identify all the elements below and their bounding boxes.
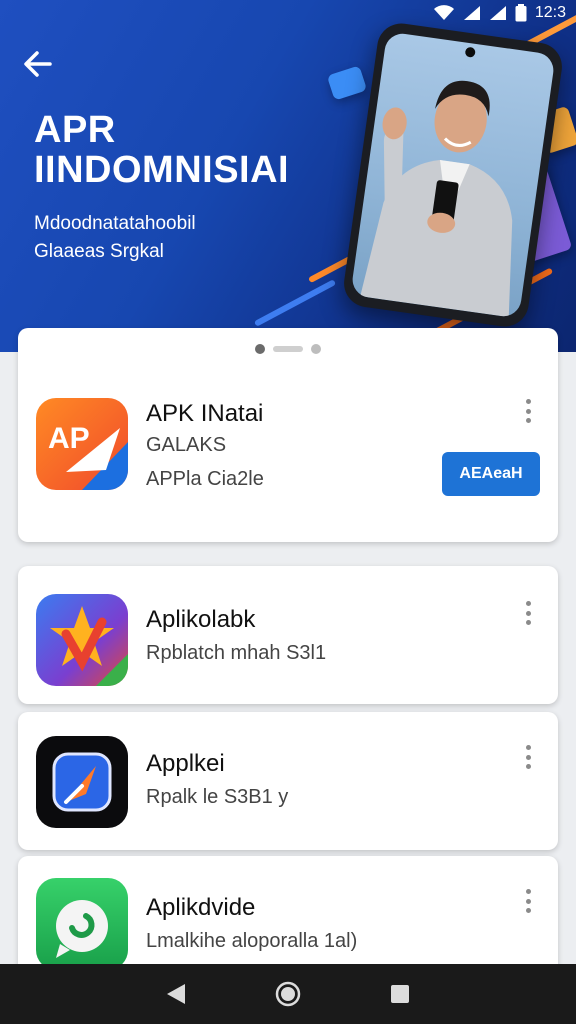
system-nav-bar — [0, 964, 576, 1024]
triangle-back-icon — [167, 984, 185, 1004]
hero-banner: 12:3 APR IINDOMNISIAI Mdoodnatatahoobil … — [0, 0, 576, 352]
carousel-indicator — [18, 344, 558, 354]
wifi-icon — [433, 5, 454, 20]
phone-screen — [350, 31, 556, 319]
app-list-item[interactable]: Applkei Rpalk le S3B1 y — [18, 712, 558, 850]
app-name: APK INatai — [146, 400, 264, 427]
install-button[interactable]: AEAeaH — [442, 452, 540, 496]
status-bar: 12:3 — [433, 0, 566, 26]
more-options-button[interactable] — [516, 598, 540, 628]
person-illustration — [360, 80, 513, 318]
featured-app-card[interactable]: AP APK INatai GALAKS APPla Cia2le AEAeaH — [18, 328, 558, 542]
app-name: Aplikdvide — [146, 894, 256, 921]
status-time: 12:3 — [534, 4, 566, 21]
app-icon[interactable]: AP — [36, 398, 128, 490]
hero-subtitle-line: Mdoodnatatahoobil — [34, 213, 196, 234]
more-vertical-icon — [525, 745, 531, 750]
decor-streak — [253, 279, 337, 327]
compass-app-icon — [36, 736, 128, 828]
signal-icon — [463, 6, 480, 20]
nav-back-button[interactable] — [156, 974, 196, 1014]
more-vertical-icon — [525, 889, 531, 894]
hero-title-line: IINDOMNISIAI — [34, 149, 290, 191]
carousel-dot[interactable] — [311, 344, 321, 354]
app-name: Aplikolabk — [146, 606, 256, 633]
more-vertical-icon — [525, 399, 531, 404]
app-name: Applkei — [146, 750, 225, 777]
hero-title-line: APR — [34, 109, 116, 151]
app-list-item[interactable]: Aplikolabk Rpblatch mhah S3l1 — [18, 566, 558, 704]
svg-text:AP: AP — [48, 422, 90, 455]
phone-illustration — [341, 20, 565, 330]
chat-bubble-app-icon — [36, 878, 128, 970]
more-options-button[interactable] — [516, 742, 540, 772]
decor-tile — [326, 65, 368, 101]
hero-subtitle: Mdoodnatatahoobil Glaaeas Srgkal — [34, 210, 196, 266]
carousel-dot-active[interactable] — [255, 344, 265, 354]
hero-title: APR IINDOMNISIAI — [34, 110, 289, 190]
app-description: Rpblatch mhah S3l1 — [146, 642, 327, 664]
more-vertical-icon — [525, 601, 531, 606]
arrow-left-icon — [24, 51, 52, 77]
app-developer: GALAKS — [146, 434, 227, 456]
square-recents-icon — [391, 985, 409, 1003]
more-options-button[interactable] — [516, 396, 540, 426]
app-icon[interactable] — [36, 736, 128, 828]
battery-icon — [515, 4, 527, 22]
back-button[interactable] — [20, 46, 56, 82]
app-icon[interactable] — [36, 594, 128, 686]
carousel-dot[interactable] — [273, 346, 303, 352]
app-description: Lmalkihe aloporalla 1al) — [146, 930, 358, 952]
signal-icon — [489, 6, 506, 20]
nav-home-button[interactable] — [268, 974, 308, 1014]
app-icon[interactable] — [36, 878, 128, 970]
more-options-button[interactable] — [516, 886, 540, 916]
circle-home-icon — [275, 981, 301, 1007]
app-description: Rpalk le S3B1 y — [146, 786, 289, 808]
nav-recents-button[interactable] — [380, 974, 420, 1014]
app-meta: APPla Cia2le — [146, 468, 264, 490]
ap-logo-icon: AP — [36, 398, 128, 490]
star-swirl-icon — [36, 594, 128, 686]
hero-subtitle-line: Glaaeas Srgkal — [34, 241, 164, 262]
